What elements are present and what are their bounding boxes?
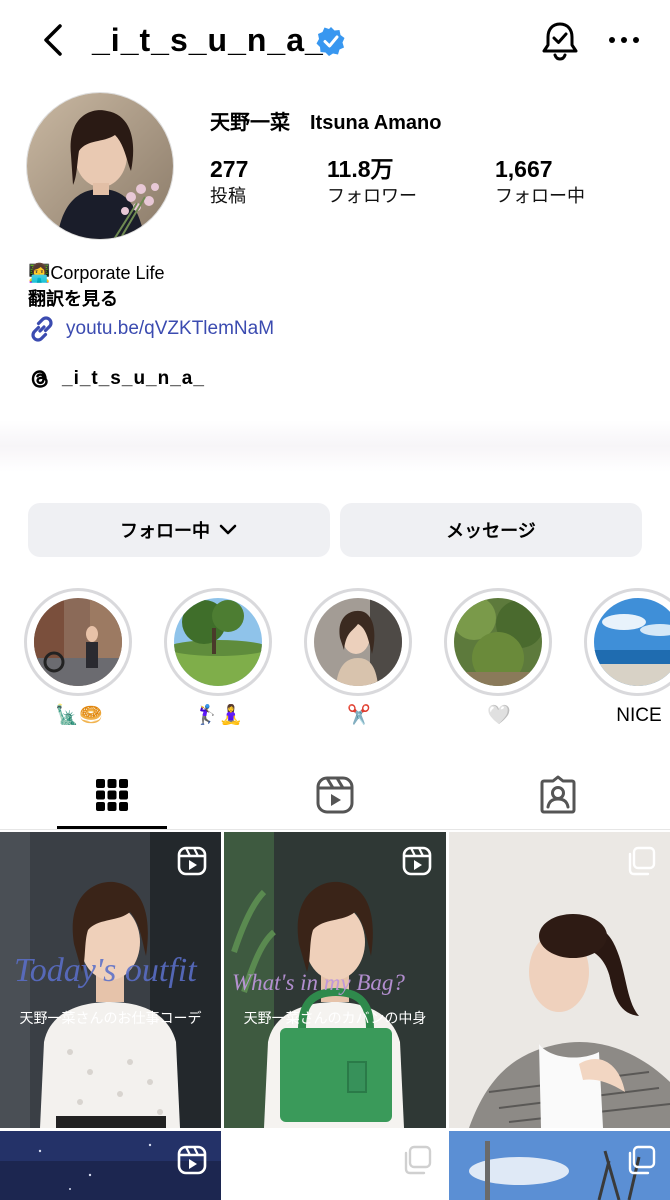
reel-badge-icon (402, 846, 432, 876)
highlight-label: 🏌️‍♀️🧘‍♀️ (195, 705, 243, 726)
following-count: 1,667 (495, 156, 553, 182)
following-label: フォロー中 (495, 186, 585, 206)
highlight-label: 🤍 (487, 705, 511, 726)
highlight-cover-image (594, 598, 670, 686)
story-highlight[interactable]: 🗽🥯 (24, 588, 134, 730)
post-thumbnail[interactable] (0, 1131, 221, 1200)
tab-reels[interactable] (280, 760, 390, 830)
highlight-cover-image (454, 598, 542, 686)
see-translation-link[interactable]: 翻訳を見る (28, 286, 118, 312)
threads-logo-icon (31, 370, 48, 388)
profile-avatar[interactable] (26, 92, 174, 240)
posts-count-stat[interactable]: 277 投稿 (210, 154, 248, 208)
post-thumbnail[interactable]: What's in my Bag? 天野一菜さんのカバンの中身 (224, 832, 446, 1128)
carousel-badge-icon (628, 846, 656, 876)
post-photo (449, 832, 670, 1128)
story-highlight[interactable]: ✂️ (304, 588, 414, 730)
divider-fade (0, 420, 670, 472)
verified-badge-icon (316, 27, 345, 56)
carousel-badge-icon (404, 1145, 432, 1175)
posts-count: 277 (210, 156, 249, 182)
followers-count-stat[interactable]: 11.8万 フォロワー (327, 154, 417, 208)
threads-handle: _i_t_s_u_n_a_ (62, 368, 205, 389)
followers-count: 11.8万 (327, 156, 394, 182)
post-thumbnail[interactable] (224, 1131, 446, 1200)
chevron-left-icon (44, 24, 62, 56)
back-button[interactable] (36, 20, 72, 60)
post-caption-title: Today's outfit (14, 952, 197, 989)
highlight-cover-image (174, 598, 262, 686)
profile-header: _i_t_s_u_n_a_ (0, 0, 670, 80)
external-link-text: youtu.be/qVZKTlemNaM (66, 318, 275, 339)
profile-external-link[interactable]: youtu.be/qVZKTlemNaM (28, 314, 274, 344)
technologist-emoji-icon: 👩‍💻 (28, 263, 51, 283)
post-caption-title: What's in my Bag? (232, 970, 405, 995)
reel-badge-icon (177, 846, 207, 876)
message-button-label: メッセージ (446, 521, 536, 541)
tab-tagged[interactable] (503, 760, 613, 830)
more-dots-icon (609, 37, 639, 43)
carousel-badge-icon (628, 1145, 656, 1175)
threads-profile-link[interactable]: _i_t_s_u_n_a_ (28, 364, 205, 394)
highlight-cover-image (34, 598, 122, 686)
story-highlight[interactable]: 🏌️‍♀️🧘‍♀️ (164, 588, 274, 730)
posts-label: 投稿 (210, 186, 246, 206)
post-thumbnail[interactable]: Today's outfit 天野一菜さんのお仕事コーデ (0, 832, 221, 1128)
bell-check-icon (542, 22, 578, 61)
tabs-divider (0, 829, 670, 830)
reels-icon (316, 776, 354, 814)
following-button[interactable]: フォロー中 (28, 503, 330, 557)
chevron-down-icon (219, 524, 237, 535)
highlight-label: 🗽🥯 (55, 705, 103, 726)
following-button-label: フォロー中 (120, 521, 210, 541)
highlight-label: NICE (616, 705, 662, 726)
post-thumbnail[interactable] (449, 832, 670, 1128)
profile-bio: 👩‍💻 Corporate Life 翻訳を見る (28, 260, 165, 312)
profile-display-name: 天野一菜 Itsuna Amano (210, 112, 442, 134)
post-caption-subtitle: 天野一菜さんのお仕事コーデ (19, 1012, 202, 1027)
story-highlight[interactable]: 🤍 (444, 588, 554, 730)
tab-posts-grid[interactable] (57, 760, 167, 830)
avatar-photo (27, 93, 173, 239)
grid-icon (96, 779, 128, 811)
post-thumbnail[interactable] (449, 1131, 670, 1200)
reel-badge-icon (177, 1145, 207, 1175)
highlight-cover-image (314, 598, 402, 686)
header-username: _i_t_s_u_n_a_ (92, 22, 324, 58)
following-count-stat[interactable]: 1,667 フォロー中 (495, 154, 585, 208)
tagged-person-icon (540, 775, 576, 814)
message-button[interactable]: メッセージ (340, 503, 642, 557)
followers-label: フォロワー (327, 186, 417, 206)
link-chain-icon (31, 316, 53, 342)
highlight-label: ✂️ (347, 705, 371, 726)
bio-text: Corporate Life (50, 263, 165, 283)
story-highlight[interactable]: NICE (584, 588, 670, 730)
notifications-bell-button[interactable] (538, 18, 582, 62)
more-options-button[interactable] (604, 22, 644, 58)
post-caption-subtitle: 天野一菜さんのカバンの中身 (243, 1012, 427, 1027)
